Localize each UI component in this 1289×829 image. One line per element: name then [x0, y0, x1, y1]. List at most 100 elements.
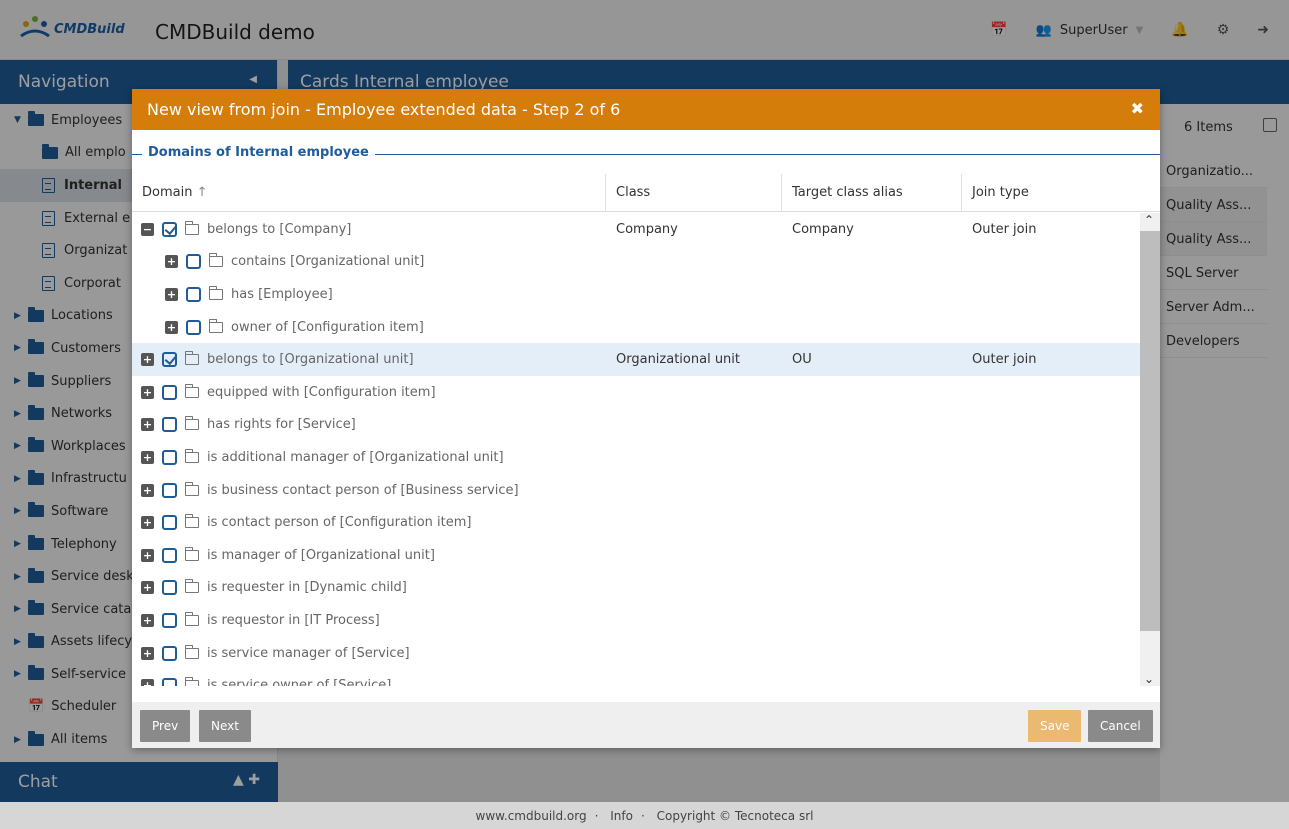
domain-row[interactable]: + is requestor in [IT Process]: [132, 604, 1140, 637]
close-icon[interactable]: ✖: [1131, 99, 1144, 118]
alias-cell[interactable]: Company: [782, 222, 962, 237]
alias-cell[interactable]: OU: [782, 352, 962, 367]
domain-checkbox[interactable]: [162, 547, 177, 563]
domain-checkbox[interactable]: [162, 449, 177, 465]
domain-checkbox[interactable]: [162, 612, 177, 628]
domain-row[interactable]: + has rights for [Service]: [132, 409, 1140, 442]
expand-icon[interactable]: +: [141, 548, 154, 562]
folder-icon: [185, 416, 199, 431]
expand-icon[interactable]: +: [141, 418, 154, 432]
domains-grid: − belongs to [Company] Company Company Outer…: [132, 213, 1140, 686]
modal-title: New view from join - Employee extended d…: [147, 100, 621, 119]
domain-cell: + is service manager of [Service]: [132, 644, 606, 661]
domain-row[interactable]: + is contact person of [Configuration ite…: [132, 506, 1140, 539]
domain-cell: + is business contact person of [Business…: [132, 481, 606, 498]
footer-copyright: Copyright © Tecnoteca srl: [656, 809, 814, 823]
column-domain-label: Domain: [142, 185, 193, 200]
domain-cell: + is manager of [Organizational unit]: [132, 546, 606, 563]
footer-site-link[interactable]: www.cmdbuild.org: [476, 809, 587, 823]
domain-row[interactable]: + is service owner of [Service]: [132, 669, 1140, 686]
expand-icon[interactable]: +: [141, 581, 154, 595]
expand-icon[interactable]: +: [141, 385, 154, 399]
domain-cell: + is requestor in [IT Process]: [132, 611, 606, 628]
expand-icon[interactable]: +: [165, 287, 178, 301]
domain-checkbox[interactable]: [186, 319, 201, 335]
domain-label: is requester in [Dynamic child]: [207, 580, 407, 596]
column-header-class[interactable]: Class: [606, 174, 782, 211]
domain-row[interactable]: + belongs to [Organizational unit] Organiz…: [132, 343, 1140, 376]
column-header-domain[interactable]: Domain ↑: [132, 174, 606, 211]
domain-row[interactable]: + equipped with [Configuration item]: [132, 376, 1140, 409]
expand-icon[interactable]: +: [141, 483, 154, 497]
domain-checkbox[interactable]: [162, 221, 177, 237]
folder-open-icon: [185, 220, 199, 235]
domain-cell: + belongs to [Organizational unit]: [132, 351, 606, 368]
join-type-cell[interactable]: Outer join: [962, 352, 1138, 367]
folder-icon: [185, 448, 199, 463]
class-cell: Company: [616, 221, 678, 237]
domain-row[interactable]: + is additional manager of [Organizationa…: [132, 441, 1140, 474]
domain-checkbox[interactable]: [162, 515, 177, 531]
domain-checkbox[interactable]: [186, 286, 201, 302]
domain-checkbox[interactable]: [162, 352, 177, 368]
class-cell: Organizational unit: [616, 352, 741, 368]
domain-row[interactable]: + is service manager of [Service]: [132, 637, 1140, 670]
cancel-button[interactable]: Cancel: [1088, 710, 1153, 742]
expand-icon[interactable]: +: [165, 320, 178, 334]
domain-label: is business contact person of [Business …: [207, 482, 519, 498]
domain-cell: + is contact person of [Configuration ite…: [132, 514, 606, 531]
save-button[interactable]: Save: [1028, 710, 1082, 742]
folder-icon: [209, 253, 223, 268]
domain-checkbox[interactable]: [162, 678, 177, 686]
next-button[interactable]: Next: [199, 710, 251, 742]
domain-label: equipped with [Configuration item]: [207, 384, 436, 400]
scroll-thumb[interactable]: [1140, 231, 1160, 631]
domain-row[interactable]: + has [Employee]: [132, 278, 1140, 311]
domain-label: owner of [Configuration item]: [231, 319, 424, 335]
grid-header: Domain ↑ Class Target class alias Join t…: [132, 174, 1160, 212]
column-join-label: Join type: [972, 185, 1029, 200]
domain-cell: + is service owner of [Service]: [132, 677, 606, 686]
expand-icon[interactable]: +: [141, 646, 154, 660]
expand-icon[interactable]: +: [141, 516, 154, 530]
domain-checkbox[interactable]: [162, 384, 177, 400]
domain-row[interactable]: + is manager of [Organizational unit]: [132, 539, 1140, 572]
domain-checkbox[interactable]: [162, 580, 177, 596]
sort-asc-icon: ↑: [196, 185, 208, 200]
expand-icon[interactable]: +: [141, 679, 154, 686]
expand-icon[interactable]: +: [141, 353, 154, 367]
domain-label: belongs to [Organizational unit]: [207, 352, 414, 368]
domain-row[interactable]: + is business contact person of [Business…: [132, 474, 1140, 507]
page-footer: www.cmdbuild.org · Info · Copyright © Tecn…: [0, 802, 1289, 829]
expand-icon[interactable]: +: [141, 613, 154, 627]
domain-checkbox[interactable]: [162, 482, 177, 498]
grid-scrollbar[interactable]: ⌃ ⌄: [1140, 213, 1160, 686]
domain-checkbox[interactable]: [186, 254, 201, 270]
domain-checkbox[interactable]: [162, 417, 177, 433]
domain-cell: + contains [Organizational unit]: [132, 253, 606, 270]
prev-button[interactable]: Prev: [140, 710, 191, 742]
expand-icon[interactable]: +: [165, 255, 178, 269]
column-header-alias[interactable]: Target class alias: [782, 174, 962, 211]
join-type-cell[interactable]: Outer join: [962, 222, 1138, 237]
fieldset-legend: Domains of Internal employee: [142, 145, 375, 160]
domain-row[interactable]: + owner of [Configuration item]: [132, 311, 1140, 344]
domain-checkbox[interactable]: [162, 645, 177, 661]
scroll-down-icon[interactable]: ⌄: [1144, 672, 1154, 686]
domain-cell: + owner of [Configuration item]: [132, 318, 606, 335]
collapse-icon[interactable]: −: [141, 222, 154, 236]
domain-cell: + is requester in [Dynamic child]: [132, 579, 606, 596]
domain-row[interactable]: + contains [Organizational unit]: [132, 246, 1140, 279]
folder-icon: [185, 644, 199, 659]
column-class-label: Class: [616, 185, 651, 200]
domain-row[interactable]: + is requester in [Dynamic child]: [132, 572, 1140, 605]
domain-cell: + has [Employee]: [132, 285, 606, 302]
expand-icon[interactable]: +: [141, 450, 154, 464]
scroll-up-icon[interactable]: ⌃: [1144, 213, 1154, 227]
domain-label: belongs to [Company]: [207, 221, 352, 237]
domain-cell: + equipped with [Configuration item]: [132, 383, 606, 400]
domain-row[interactable]: − belongs to [Company] Company Company Outer…: [132, 213, 1140, 246]
footer-info-link[interactable]: Info: [610, 809, 633, 823]
column-header-join-type[interactable]: Join type: [962, 174, 1138, 211]
folder-icon: [185, 677, 199, 686]
